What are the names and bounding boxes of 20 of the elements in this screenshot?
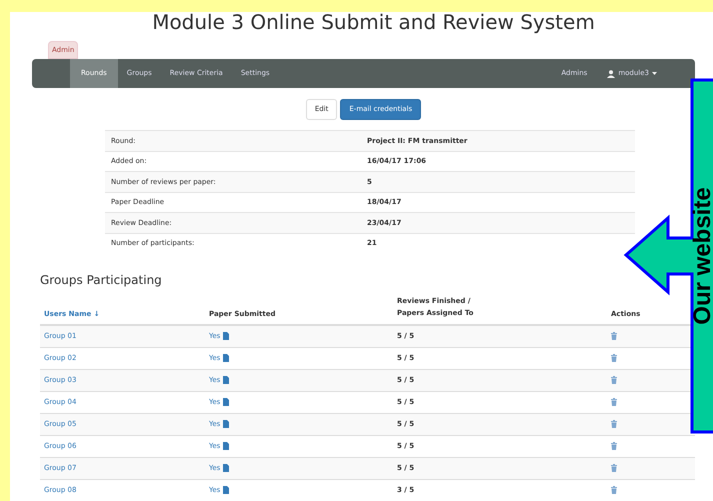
- document-icon[interactable]: [223, 420, 230, 428]
- document-icon[interactable]: [223, 464, 230, 472]
- trash-icon[interactable]: [611, 376, 617, 384]
- trash-icon[interactable]: [611, 354, 617, 362]
- document-icon[interactable]: [223, 354, 230, 362]
- callout-text: Our website: [688, 187, 713, 325]
- document-icon[interactable]: [223, 398, 230, 406]
- user-icon: [607, 70, 616, 78]
- trash-icon[interactable]: [611, 420, 617, 428]
- document-icon[interactable]: [223, 332, 230, 340]
- document-icon[interactable]: [223, 486, 230, 494]
- page-title: Module 3 Online Submit and Review System: [151, 9, 596, 35]
- document-icon[interactable]: [223, 442, 230, 450]
- document-icon[interactable]: [223, 376, 230, 384]
- trash-icon[interactable]: [611, 332, 617, 340]
- trash-icon[interactable]: [611, 442, 617, 450]
- trash-icon[interactable]: [611, 464, 617, 472]
- trash-icon[interactable]: [611, 486, 617, 494]
- trash-icon[interactable]: [611, 398, 617, 406]
- caret-icon: [652, 72, 657, 76]
